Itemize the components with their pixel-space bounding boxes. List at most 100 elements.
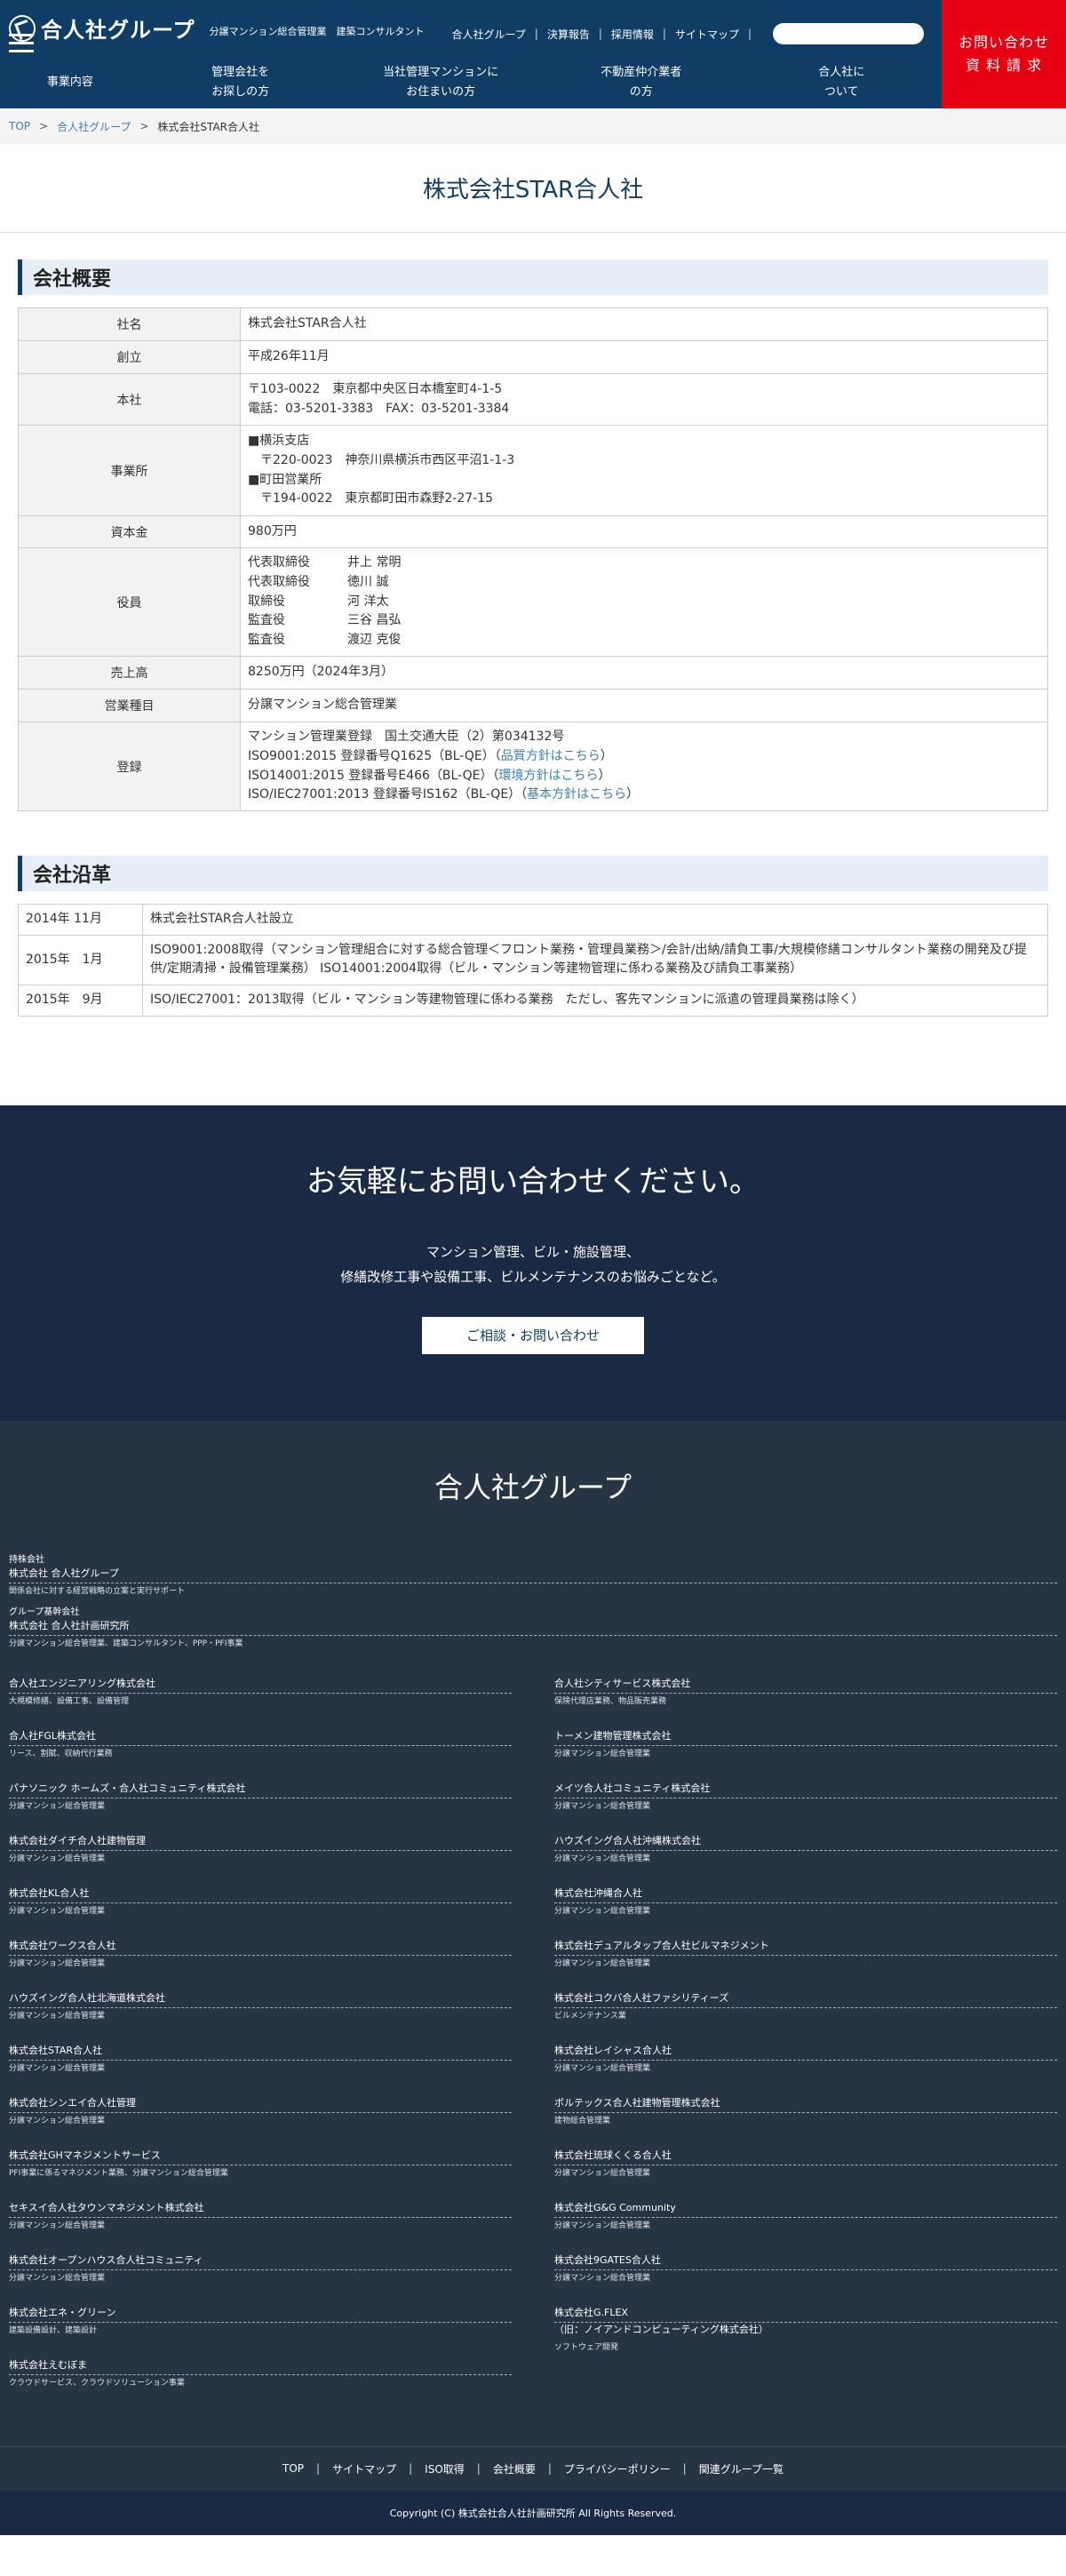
- list-item[interactable]: ハウズイング合人社沖縄株式会社 分譲マンション総合管理業: [554, 1834, 1057, 1886]
- company-description: 保険代理店業務、物品販売業務: [554, 1697, 667, 1707]
- list-item[interactable]: パナソニック ホームズ・合人社コミュニティ株式会社 分譲マンション総合管理業: [9, 1782, 512, 1834]
- row-value: 代表取締役 井上 常明 代表取締役 徳川 誠 取締役 河 洋太 監査役 三谷 昌…: [240, 547, 1048, 657]
- company-name: 株式会社琉球くくる合人社: [554, 2149, 1057, 2166]
- hamburger-menu-icon[interactable]: [9, 34, 34, 53]
- company-description: ソフトウェア開発: [554, 2342, 619, 2352]
- list-item[interactable]: 株式会社シンエイ合人社管理 分譲マンション総合管理業: [9, 2096, 512, 2149]
- history-text: ISO9001:2008取得（マンション管理組合に対する総合管理＜フロント業務・…: [142, 934, 1048, 986]
- footer-link-company[interactable]: 会社概要: [493, 2461, 536, 2476]
- list-item[interactable]: グループ基幹会社 株式会社 合人社計画研究所 分譲マンション総合管理業、建築コン…: [9, 1607, 1057, 1659]
- list-item[interactable]: 株式会社ダイチ合人社建物管理 分譲マンション総合管理業: [9, 1834, 512, 1886]
- company-description: 分譲マンション総合管理業: [9, 1802, 106, 1812]
- list-item[interactable]: ハウズイング合人社北海道株式会社 分譲マンション総合管理業: [9, 1991, 512, 2044]
- top-link-financial[interactable]: 決算報告: [547, 27, 590, 42]
- overview-heading: 会社概要: [18, 259, 1048, 295]
- company-name: 株式会社オープンハウス合人社コミュニティ: [9, 2253, 512, 2271]
- footer-link-iso[interactable]: ISO取得: [425, 2461, 465, 2476]
- list-item[interactable]: 株式会社エネ・グリーン 建築設備設計、建築設計: [9, 2306, 512, 2358]
- company-description: 分譲マンション総合管理業: [9, 2064, 106, 2074]
- company-description: 分譲マンション総合管理業: [554, 2221, 651, 2231]
- company-name: 合人社シティサービス株式会社: [554, 1677, 1057, 1695]
- company-description: 大規模修繕、設備工事、設備管理: [9, 1697, 130, 1707]
- company-name: ハウズイング合人社沖縄株式会社: [554, 1834, 1057, 1852]
- site-logo[interactable]: 合人社グループ 分譲マンション総合管理業 建築コンサルタント: [9, 12, 425, 44]
- registration-line: マンション管理業登録 国土交通大臣（2）第034132号: [248, 730, 565, 745]
- company-description: リース、割賦、収納代行業務: [9, 1750, 113, 1759]
- row-label: 売上高: [18, 656, 241, 690]
- company-description: 分譲マンション総合管理業: [9, 1907, 106, 1917]
- list-item[interactable]: 株式会社沖縄合人社 分譲マンション総合管理業: [554, 1886, 1057, 1939]
- list-item[interactable]: 株式会社えむぼま クラウドサービス、クラウドソリューション事業: [9, 2358, 512, 2411]
- breadcrumb-group[interactable]: 合人社グループ: [57, 119, 131, 134]
- footer-link-top[interactable]: TOP: [282, 2462, 304, 2475]
- footer-link-privacy[interactable]: プライバシーポリシー: [564, 2461, 671, 2476]
- list-item[interactable]: 株式会社STAR合人社 分譲マンション総合管理業: [9, 2044, 512, 2096]
- company-name: メイツ合人社コミュニティ株式会社: [554, 1782, 1057, 1799]
- list-item[interactable]: 株式会社レイシャス合人社 分譲マンション総合管理業: [554, 2044, 1057, 2096]
- list-item[interactable]: 合人社FGL株式会社 リース、割賦、収納代行業務: [9, 1729, 512, 1782]
- table-row: 営業種目 分譲マンション総合管理業: [18, 689, 1048, 722]
- contact-cta-button[interactable]: お問い合わせ 資 料 請 求: [942, 0, 1066, 108]
- cta-line-1: お問い合わせ: [958, 34, 1049, 52]
- list-item[interactable]: セキスイ合人社タウンマネジメント株式会社 分譲マンション総合管理業: [9, 2201, 512, 2253]
- company-description: 分譲マンション総合管理業: [554, 1802, 651, 1812]
- list-item[interactable]: 合人社エンジニアリング株式会社 大規模修繕、設備工事、設備管理: [9, 1677, 512, 1729]
- quality-policy-link[interactable]: 品質方針はこちら: [501, 749, 601, 763]
- list-item[interactable]: 株式会社琉球くくる合人社 分譲マンション総合管理業: [554, 2149, 1057, 2201]
- list-item[interactable]: 株式会社ワークス合人社 分譲マンション総合管理業: [9, 1939, 512, 1991]
- company-description: 建物総合管理業: [554, 2117, 611, 2126]
- company-name: 株式会社KL合人社: [9, 1886, 512, 1904]
- list-item[interactable]: 株式会社9GATES合人社 分譲マンション総合管理業: [554, 2253, 1057, 2306]
- table-row: 売上高 8250万円（2024年3月）: [18, 656, 1048, 690]
- list-item[interactable]: 株式会社G.FLEX （旧：ノイアンドコンピューティング株式会社） ソフトウェア開発: [554, 2306, 1057, 2358]
- nav-about[interactable]: 合人社に ついて: [741, 57, 942, 108]
- list-item[interactable]: 合人社シティサービス株式会社保険代理店業務、物品販売業務: [554, 1677, 1057, 1729]
- company-name: 株式会社沖縄合人社: [554, 1886, 1057, 1904]
- search-input[interactable]: [773, 23, 924, 44]
- footer-link-related[interactable]: 関連グループ一覧: [699, 2461, 784, 2476]
- list-item[interactable]: トーメン建物管理株式会社 分譲マンション総合管理業: [554, 1729, 1057, 1782]
- contact-button[interactable]: ご相談・お問い合わせ: [422, 1316, 644, 1354]
- list-item[interactable]: 株式会社オープンハウス合人社コミュニティ 分譲マンション総合管理業: [9, 2253, 512, 2306]
- top-link-group[interactable]: 合人社グループ: [451, 27, 525, 42]
- top-link-sitemap[interactable]: サイトマップ: [675, 27, 739, 42]
- list-item[interactable]: 株式会社コクバ合人社ファシリティーズビルメンテナンス業: [554, 1991, 1057, 2044]
- table-row: 2014年 11月 株式会社STAR合人社設立: [18, 904, 1048, 936]
- nav-residents[interactable]: 当社管理マンションに お住まいの方: [340, 57, 541, 108]
- company-description: クラウドサービス、クラウドソリューション事業: [9, 2379, 185, 2389]
- nav-business[interactable]: 事業内容: [0, 57, 140, 108]
- registration-line: ISO9001:2015 登録番号Q1625（BL-QE）（品質方針はこちら）: [248, 748, 613, 763]
- list-item[interactable]: 株式会社KL合人社分譲マンション総合管理業: [9, 1886, 512, 1939]
- company-description: ビルメンテナンス業: [554, 2012, 626, 2022]
- nav-management-seekers[interactable]: 管理会社を お探しの方: [140, 57, 341, 108]
- list-item[interactable]: 株式会社デュアルタップ合人社ビルマネジメント 分譲マンション総合管理業: [554, 1939, 1057, 1991]
- basic-policy-link[interactable]: 基本方針はこちら: [527, 787, 626, 802]
- list-item[interactable]: ボルテックス合人社建物管理株式会社 建物総合管理業: [554, 2096, 1057, 2149]
- company-name: 株式会社GHマネジメントサービス: [9, 2149, 512, 2166]
- company-name: 株式会社ワークス合人社: [9, 1939, 512, 1957]
- history-text: 株式会社STAR合人社設立: [142, 904, 1048, 936]
- breadcrumb-top[interactable]: TOP: [9, 120, 30, 132]
- list-item[interactable]: メイツ合人社コミュニティ株式会社分譲マンション総合管理業: [554, 1782, 1057, 1834]
- top-link-recruit[interactable]: 採用情報: [611, 27, 654, 42]
- footer-link-sitemap[interactable]: サイトマップ: [332, 2461, 396, 2476]
- company-name: 株式会社G&G Community: [554, 2201, 1057, 2219]
- list-item[interactable]: 株式会社GHマネジメントサービス PFI事業に係るマネジメント業務、分譲マンション…: [9, 2149, 512, 2201]
- table-row: 2015年 1月 ISO9001:2008取得（マンション管理組合に対する総合管理…: [18, 934, 1048, 986]
- row-label: 登録: [18, 722, 241, 811]
- nav-realtors[interactable]: 不動産仲介業者 の方: [541, 57, 742, 108]
- environment-policy-link[interactable]: 環境方針はこちら: [499, 769, 599, 783]
- row-value: 〒103-0022 東京都中央区日本橋室町4-1-5 電話：03-5201-33…: [240, 373, 1048, 426]
- contact-message: マンション管理、ビル・施設管理、 修繕改修工事や設備工事、ビルメンテナンスのお悩み…: [340, 1243, 726, 1286]
- company-name: 株式会社コクバ合人社ファシリティーズ: [554, 1991, 1057, 2009]
- list-item[interactable]: 株式会社G&G Community 分譲マンション総合管理業: [554, 2201, 1057, 2253]
- list-item[interactable]: 持株会社 株式会社 合人社グループ 関係会社に対する経営戦略の立案と実行サポート: [9, 1554, 1057, 1607]
- row-label: 営業種目: [18, 689, 241, 722]
- company-name: 株式会社エネ・グリーン: [9, 2306, 512, 2324]
- table-row: 社名 株式会社STAR合人社: [18, 307, 1048, 341]
- company-description: 分譲マンション総合管理業: [9, 2221, 106, 2231]
- row-value: マンション管理業登録 国土交通大臣（2）第034132号 ISO9001:201…: [240, 722, 1048, 811]
- history-text: ISO/IEC27001：2013取得（ビル・マンション等建物管理に係わる業務 …: [142, 985, 1048, 1017]
- table-row: 登録 マンション管理業登録 国土交通大臣（2）第034132号 ISO9001:…: [18, 722, 1048, 811]
- row-label: 本社: [18, 373, 241, 426]
